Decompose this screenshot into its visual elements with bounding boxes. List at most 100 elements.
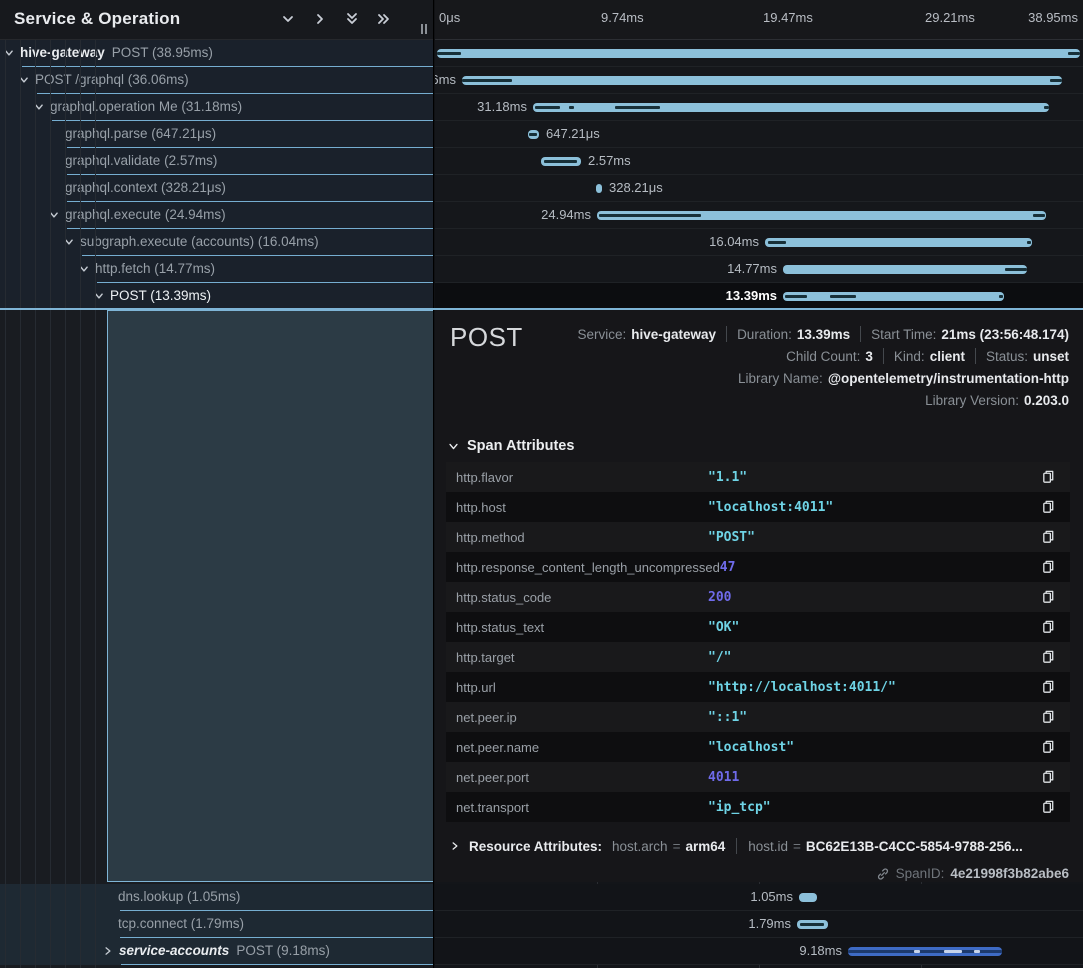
timeline-row-10[interactable]: 1.05ms (435, 884, 1083, 911)
copy-icon[interactable] (1041, 559, 1056, 575)
timeline-row-5[interactable]: 328.21μs (435, 175, 1083, 202)
span-toggle-chevron-down-icon[interactable] (4, 48, 14, 58)
attribute-value: 47 (720, 560, 1041, 575)
expand-one-icon[interactable] (312, 11, 328, 27)
copy-icon[interactable] (1041, 679, 1056, 695)
span-row-6[interactable]: graphql.execute (24.94ms) (0, 202, 434, 229)
span-toggle-chevron-down-icon[interactable] (94, 291, 104, 301)
span-toggle-chevron-down-icon[interactable] (49, 210, 59, 220)
timeline-row-12[interactable]: 9.18ms (435, 938, 1083, 965)
span-row-11[interactable]: tcp.connect (1.79ms) (0, 911, 434, 938)
span-duration-label: 1.79ms (748, 916, 791, 931)
attribute-key: net.peer.name (446, 740, 708, 755)
attribute-key: http.status_code (446, 590, 708, 605)
span-row-5[interactable]: graphql.context (328.21μs) (0, 175, 434, 202)
timeline-row-3[interactable]: 647.21μs (435, 121, 1083, 148)
span-bar[interactable] (596, 184, 602, 193)
child-span-marker (1050, 79, 1062, 82)
span-toggle-chevron-down-icon[interactable] (19, 75, 29, 85)
copy-icon[interactable] (1041, 649, 1056, 665)
ruler-tick: 38.95ms (1028, 10, 1078, 25)
copy-icon[interactable] (1041, 619, 1056, 635)
span-row-10[interactable]: dns.lookup (1.05ms) (0, 884, 434, 911)
meta-value: 3 (865, 349, 873, 364)
span-toggle-chevron-right-icon[interactable] (103, 946, 113, 956)
trace-viewer: Service & Operation hive-gatewayPOST (38… (0, 0, 1083, 968)
span-bar[interactable] (783, 292, 1004, 301)
copy-icon[interactable] (1041, 529, 1056, 545)
span-bar[interactable] (437, 49, 1080, 58)
timeline-row-8[interactable]: 14.77ms (435, 256, 1083, 283)
span-row-9[interactable]: POST (13.39ms) (0, 283, 434, 310)
span-bar[interactable] (783, 265, 1027, 274)
timeline-row-4[interactable]: 2.57ms (435, 148, 1083, 175)
child-span-marker (1044, 106, 1049, 109)
span-row-3[interactable]: graphql.parse (647.21μs) (0, 121, 434, 148)
span-bar[interactable] (797, 920, 828, 929)
copy-icon[interactable] (1041, 739, 1056, 755)
timeline-row-2[interactable]: 31.18ms (435, 94, 1083, 121)
copy-icon[interactable] (1041, 799, 1056, 815)
timeline-row-0[interactable]: 38.95ms (435, 40, 1083, 67)
child-span-marker (800, 923, 824, 926)
span-row-8[interactable]: http.fetch (14.77ms) (0, 256, 434, 283)
expand-all-icon[interactable] (376, 11, 392, 27)
collapse-all-icon[interactable] (344, 11, 360, 27)
span-bar[interactable] (765, 238, 1032, 247)
tree-header: Service & Operation (0, 0, 434, 40)
meta-label: Library Name: (738, 371, 823, 386)
attribute-value: 200 (708, 590, 1041, 605)
copy-icon[interactable] (1041, 589, 1056, 605)
attribute-value: 4011 (708, 770, 1041, 785)
span-bar[interactable] (462, 76, 1062, 85)
detail-meta-line: Service:hive-gatewayDuration:13.39msStar… (577, 323, 1069, 345)
collapse-one-icon[interactable] (280, 11, 296, 27)
copy-icon[interactable] (1041, 469, 1056, 485)
timeline-row-6[interactable]: 24.94ms (435, 202, 1083, 229)
resource-attributes-row[interactable]: Resource Attributes: host.arch=arm64host… (450, 838, 1023, 854)
span-bar[interactable] (597, 211, 1046, 220)
span-row-1[interactable]: POST /graphql (36.06ms) (0, 67, 434, 94)
span-label: subgraph.execute (accounts) (16.04ms) (80, 234, 319, 249)
span-row-4[interactable]: graphql.validate (2.57ms) (0, 148, 434, 175)
span-row-12[interactable]: service-accountsPOST (9.18ms) (0, 938, 434, 965)
span-toggle-chevron-down-icon[interactable] (79, 264, 89, 274)
meta-value: client (930, 349, 965, 364)
span-duration-label: 31.18ms (477, 99, 527, 114)
span-row-7[interactable]: subgraph.execute (accounts) (16.04ms) (0, 229, 434, 256)
attribute-row-http.url: http.url"http://localhost:4011/" (446, 672, 1070, 702)
child-span-marker (437, 52, 461, 55)
divider (726, 326, 727, 342)
operation-name: dns.lookup (1.05ms) (118, 889, 240, 904)
span-label: dns.lookup (1.05ms) (118, 889, 240, 904)
span-toggle-chevron-down-icon[interactable] (34, 102, 44, 112)
copy-icon[interactable] (1041, 499, 1056, 515)
timeline-row-1[interactable]: 36.06ms (435, 67, 1083, 94)
equals-sign: = (793, 839, 801, 854)
ruler-tick: 29.21ms (925, 10, 975, 25)
span-bar[interactable] (848, 947, 1002, 956)
timeline-row-9[interactable]: 13.39ms (435, 283, 1083, 310)
span-row-0[interactable]: hive-gatewayPOST (38.95ms) (0, 40, 434, 67)
timeline-row-7[interactable]: 16.04ms (435, 229, 1083, 256)
copy-icon[interactable] (1041, 709, 1056, 725)
panel-resize-grip[interactable] (421, 24, 427, 34)
attribute-row-http.status_text: http.status_text"OK" (446, 612, 1070, 642)
span-bar[interactable] (533, 103, 1049, 112)
span-bar[interactable] (528, 130, 539, 139)
operation-name: http.fetch (14.77ms) (95, 261, 215, 276)
span-attributes-toggle[interactable]: Span Attributes (448, 438, 574, 454)
span-toggle-chevron-down-icon[interactable] (64, 237, 74, 247)
timeline-row-11[interactable]: 1.79ms (435, 911, 1083, 938)
copy-icon[interactable] (1041, 769, 1056, 785)
span-row-2[interactable]: graphql.operation Me (31.18ms) (0, 94, 434, 121)
span-bar[interactable] (541, 157, 581, 166)
attribute-value: "localhost" (708, 740, 1041, 755)
span-duration-label: 14.77ms (727, 261, 777, 276)
attribute-row-net.peer.port: net.peer.port4011 (446, 762, 1070, 792)
span-bar[interactable] (799, 893, 817, 902)
link-icon[interactable] (876, 867, 890, 881)
attribute-value: "OK" (708, 620, 1041, 635)
detail-meta-line: Library Name:@opentelemetry/instrumentat… (577, 367, 1069, 389)
divider (860, 326, 861, 342)
